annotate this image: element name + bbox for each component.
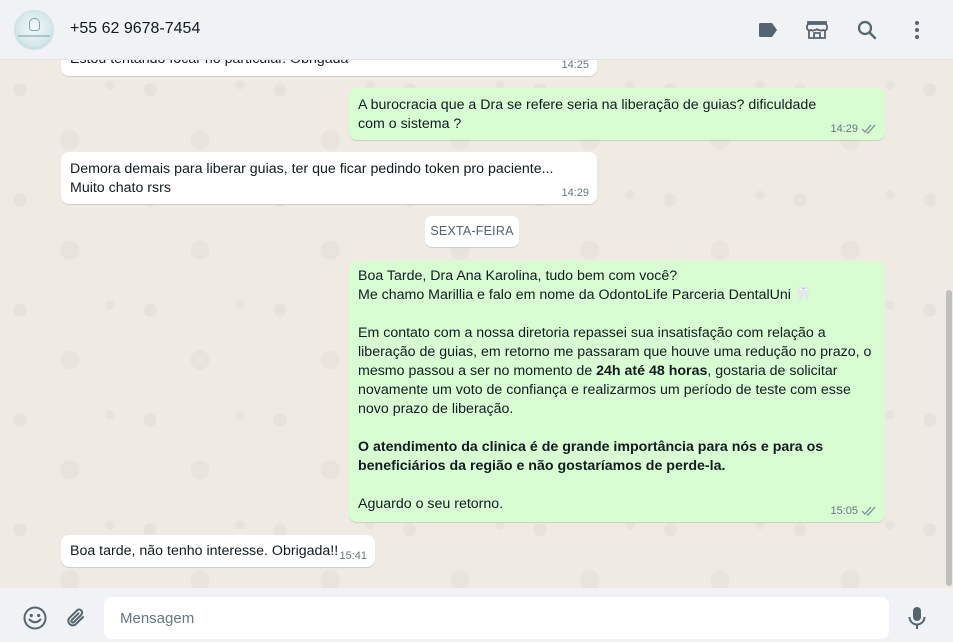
composer-bar [0, 588, 953, 642]
avatar-logo-icon [29, 18, 40, 31]
emoji-icon[interactable] [22, 605, 48, 631]
message-text: A burocracia que a Dra se refere seria n… [358, 97, 821, 132]
message-text-line: Muito chato rsrs [70, 180, 171, 196]
message-paragraph: Em contato com a nossa diretoria repasse… [358, 325, 876, 417]
message-time: 14:29 [830, 123, 858, 135]
double-check-read-icon [861, 124, 876, 134]
contact-avatar[interactable] [14, 10, 54, 50]
message-input[interactable] [104, 597, 889, 639]
search-icon[interactable] [855, 18, 879, 42]
message-text-line: Aguardo o seu retorno. [358, 496, 504, 512]
message-outgoing[interactable]: A burocracia que a Dra se refere seria n… [349, 88, 885, 140]
microphone-icon[interactable] [905, 605, 929, 631]
label-icon[interactable] [756, 18, 780, 42]
chat-scrollbar[interactable] [946, 290, 952, 586]
message-text-line: Demora demais para liberar guias, ter qu… [70, 161, 554, 177]
message-text-line: Me chamo Marillia e falo em nome da Odon… [358, 287, 791, 303]
message-paragraph-bold: O atendimento da clinica é de grande imp… [358, 439, 828, 474]
message-time: 15:41 [339, 550, 367, 562]
message-time: 15:05 [830, 505, 858, 517]
message-outgoing[interactable]: Boa Tarde, Dra Ana Karolina, tudo bem co… [349, 261, 885, 522]
message-incoming[interactable]: Demora demais para liberar guias, ter qu… [61, 152, 597, 204]
catalog-store-icon[interactable] [805, 18, 829, 42]
chat-header: +55 62 9678-7454 [0, 0, 953, 60]
date-separator: SEXTA-FEIRA [425, 216, 519, 247]
menu-dots-icon[interactable] [905, 18, 929, 42]
message-incoming[interactable]: Boa tarde, não tenho interesse. Obrigada… [61, 535, 375, 567]
chat-area[interactable]: Estou tentando focar no particular. Obri… [0, 60, 953, 588]
message-incoming[interactable]: Estou tentando focar no particular. Obri… [61, 60, 597, 76]
message-text: Estou tentando focar no particular. Obri… [70, 60, 588, 69]
contact-name[interactable]: +55 62 9678-7454 [70, 20, 200, 38]
message-text: Boa tarde, não tenho interesse. Obrigada… [70, 543, 339, 559]
double-check-read-icon [861, 506, 876, 516]
message-time: 14:25 [561, 60, 589, 71]
message-time: 14:29 [561, 187, 589, 199]
message-text-line: Boa Tarde, Dra Ana Karolina, tudo bem co… [358, 268, 678, 284]
tooth-emoji: 🦷 [794, 287, 813, 303]
attach-icon[interactable] [64, 606, 88, 630]
